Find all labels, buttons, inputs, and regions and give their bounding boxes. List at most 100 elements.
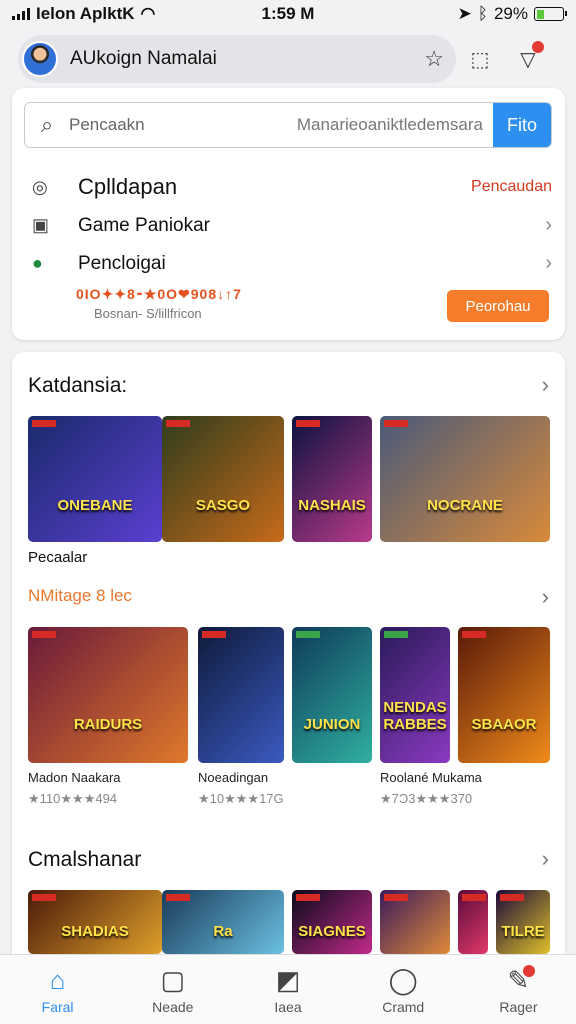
- section-title: Cmalshanar: [28, 848, 142, 871]
- tile-title: TILRE: [501, 922, 545, 940]
- avatar[interactable]: [22, 41, 58, 77]
- chevron-right-icon[interactable]: ›: [542, 372, 549, 398]
- menu-item-games[interactable]: ▣ Game Paniokar ›: [32, 214, 552, 237]
- chevron-right-icon[interactable]: ›: [542, 584, 549, 610]
- tile-title: SIAGNES: [298, 922, 366, 940]
- tile-title: SHADIAS: [61, 922, 129, 940]
- account-name: AUkoign Namalai: [70, 48, 217, 69]
- status-bar: Ielon AplktK ◠ 1:59 M ➤ ᛒ 29%: [0, 0, 576, 28]
- search-icon: ⌕: [40, 112, 54, 137]
- location-arrow-icon: ➤: [457, 4, 472, 23]
- menu-item-chat[interactable]: ● Pencloigai ›: [32, 252, 552, 275]
- tile-badge: [384, 420, 408, 427]
- game-tile[interactable]: [380, 890, 450, 954]
- tab-apps[interactable]: ▢ Neade: [115, 955, 230, 1024]
- game-tile[interactable]: ONEBANE: [28, 416, 162, 542]
- chevron-right-icon[interactable]: ›: [542, 846, 549, 872]
- apps-icon: ▢: [160, 965, 186, 995]
- star-icon[interactable]: ☆: [424, 46, 444, 72]
- section-title: Katdansia:: [28, 374, 128, 397]
- promo-subtext: Bosnan- S/lillfricon: [94, 306, 202, 321]
- tile-badge: [384, 631, 408, 638]
- game-rating: ★110★★★494: [28, 791, 118, 806]
- tile-title: JUNION: [303, 716, 361, 734]
- tile-badge: [32, 894, 56, 901]
- game-name[interactable]: Roolané Mukama: [380, 770, 482, 785]
- battery-percent: 29%: [493, 4, 528, 23]
- tab-home[interactable]: ⌂ Faral: [0, 955, 115, 1024]
- game-tile[interactable]: [458, 890, 488, 954]
- game-tile[interactable]: NASHAIS: [292, 416, 372, 542]
- tab-profile[interactable]: ◯ Cramd: [346, 955, 461, 1024]
- tile-badge: [384, 894, 408, 901]
- tab-label: Cramd: [382, 999, 425, 1015]
- menu-item-location[interactable]: ◎ Cplldapan Pencaudan: [32, 174, 552, 200]
- tile-badge: [296, 631, 320, 638]
- game-tile[interactable]: Ra: [162, 890, 284, 954]
- game-tile[interactable]: RAIDURS: [28, 627, 188, 763]
- promo-text: 0IO✦✦8⁃★0O❤908↓↑7: [76, 286, 242, 302]
- search-bar[interactable]: ⌕ Pencaakn Manarieoaniktledemsara Fito: [24, 102, 552, 148]
- tab-activity[interactable]: ◩ Iaea: [230, 955, 345, 1024]
- gamepad-icon: ▣: [32, 215, 50, 235]
- tile-badge: [202, 631, 226, 638]
- search-card: ⌕ Pencaakn Manarieoaniktledemsara Fito ◎…: [12, 88, 565, 340]
- game-tile[interactable]: SBAAOR: [458, 627, 550, 763]
- content-card: Katdansia: › ONEBANE SASGO NASHAIS NOCRANE …: [12, 352, 565, 972]
- menu-item-label: Game Paniokar: [78, 214, 211, 236]
- game-rating: ★7Ɔ3★★★370: [380, 791, 473, 806]
- section-link[interactable]: NMitage 8 lec: [28, 586, 132, 606]
- tile-badge: [32, 631, 56, 638]
- menu-item-label: Cplldapan: [78, 174, 178, 199]
- profile-icon: ◯: [388, 965, 418, 995]
- account-pill[interactable]: AUkoign Namalai ☆: [18, 35, 456, 83]
- tile-badge: [166, 420, 190, 427]
- wishlist-icon[interactable]: ▽: [504, 40, 552, 72]
- game-tile[interactable]: NOCRANE: [380, 416, 550, 542]
- menu-item-side-link[interactable]: Pencaudan: [471, 178, 552, 196]
- tile-title: ONEBANE: [57, 497, 133, 515]
- app-header: AUkoign Namalai ☆ ⬚ ▽: [0, 28, 576, 90]
- bluetooth-icon: ᛒ: [477, 4, 488, 23]
- game-tile[interactable]: SASGO: [162, 416, 284, 542]
- section-sublabel: Pecaalar: [28, 549, 88, 566]
- chevron-right-icon: ›: [545, 214, 552, 236]
- search-label: Pencaakn: [69, 115, 145, 134]
- search-input[interactable]: Manarieoaniktledemsara: [259, 115, 493, 135]
- chevron-right-icon: ›: [545, 252, 552, 274]
- search-button[interactable]: Fito: [493, 103, 551, 147]
- tile-title: SBAAOR: [471, 716, 537, 734]
- game-tile[interactable]: [198, 627, 284, 763]
- signal-icon: [12, 8, 30, 20]
- game-tile[interactable]: NENDAS RABBES: [380, 627, 450, 763]
- tile-title: Ra: [213, 922, 233, 940]
- tile-badge: [296, 894, 320, 901]
- tile-title: RAIDURS: [73, 716, 143, 734]
- tile-badge: [296, 420, 320, 427]
- activity-icon: ◩: [275, 965, 301, 995]
- wifi-icon: ◠: [140, 4, 156, 23]
- tile-badge: [500, 894, 524, 901]
- location-icon: ◎: [32, 176, 48, 197]
- promo-button[interactable]: Peorohau: [447, 290, 549, 322]
- game-tile[interactable]: JUNION: [292, 627, 372, 763]
- tile-title: NASHAIS: [298, 497, 366, 515]
- tag-icon[interactable]: ⬚: [456, 47, 504, 72]
- game-name[interactable]: Noeadingan: [198, 770, 268, 785]
- game-name[interactable]: Madon Naakara: [28, 770, 121, 785]
- chat-icon: ●: [32, 253, 43, 273]
- game-rating: ★10★★★17G: [198, 791, 284, 806]
- tab-label: Neade: [152, 999, 194, 1015]
- game-tile[interactable]: SHADIAS: [28, 890, 162, 954]
- game-tile[interactable]: TILRE: [496, 890, 550, 954]
- game-tile[interactable]: SIAGNES: [292, 890, 372, 954]
- tab-notifications[interactable]: ✎ Rager: [461, 955, 576, 1024]
- tile-badge: [462, 631, 486, 638]
- battery-icon: [534, 7, 567, 21]
- home-icon: ⌂: [49, 965, 66, 995]
- carrier-label: Ielon AplktK: [36, 4, 135, 23]
- tile-badge: [32, 420, 56, 427]
- bottom-tab-bar: ⌂ Faral ▢ Neade ◩ Iaea ◯ Cramd ✎ Rager: [0, 954, 576, 1024]
- tab-label: Faral: [41, 999, 74, 1015]
- tile-badge: [462, 894, 486, 901]
